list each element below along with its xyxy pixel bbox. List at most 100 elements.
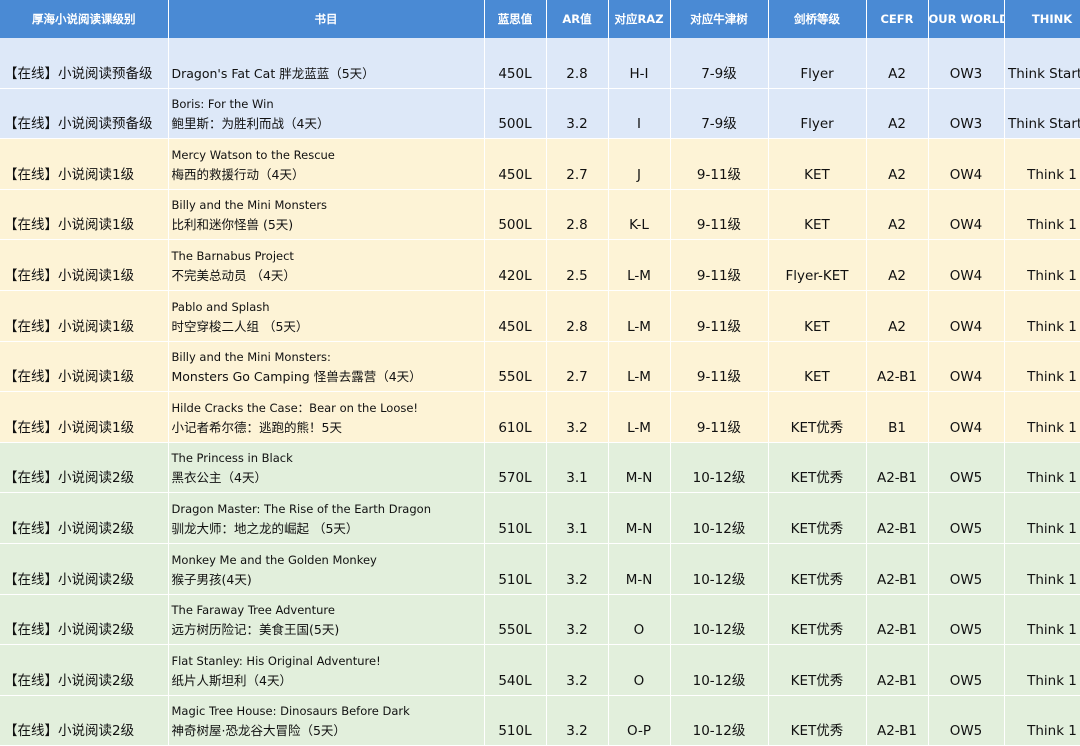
our-world-cell: OW3 bbox=[928, 88, 1005, 140]
level-cell: 【在线】小说阅读1级 bbox=[0, 391, 169, 443]
table-row: 【在线】小说阅读2级 Dragon Master: The Rise of the… bbox=[0, 492, 1080, 544]
book-title-en: Billy and the Mini Monsters: bbox=[171, 350, 331, 365]
header-think: THINK bbox=[1004, 0, 1080, 38]
raz-cell: M-N bbox=[608, 442, 671, 494]
ar-cell: 3.2 bbox=[546, 594, 609, 646]
think-cell: Think 1 bbox=[1004, 492, 1080, 544]
cambridge-cell: KET优秀 bbox=[768, 492, 867, 544]
book-title-cn: 鲍里斯：为胜利而战（4天） bbox=[171, 116, 330, 132]
book-cell: Hilde Cracks the Case：Bear on the Loose!… bbox=[168, 391, 485, 443]
think-cell: Think 1 bbox=[1004, 239, 1080, 291]
oxford-cell: 9-11级 bbox=[670, 239, 769, 291]
level-cell: 【在线】小说阅读预备级 bbox=[0, 38, 169, 89]
oxford-cell: 10-12级 bbox=[670, 442, 769, 494]
level-cell: 【在线】小说阅读1级 bbox=[0, 138, 169, 190]
cefr-cell: A2 bbox=[866, 290, 929, 342]
level-cell: 【在线】小说阅读2级 bbox=[0, 442, 169, 494]
our-world-cell: OW5 bbox=[928, 492, 1005, 544]
header-cefr: CEFR bbox=[866, 0, 929, 38]
think-cell: Think 1 bbox=[1004, 442, 1080, 494]
ar-cell: 2.8 bbox=[546, 290, 609, 342]
book-title-cn: Dragon's Fat Cat 胖龙蓝蓝（5天） bbox=[171, 65, 375, 81]
level-cell: 【在线】小说阅读2级 bbox=[0, 543, 169, 595]
think-cell: Think 1 bbox=[1004, 594, 1080, 646]
our-world-cell: OW5 bbox=[928, 442, 1005, 494]
raz-cell: K-L bbox=[608, 189, 671, 241]
cambridge-cell: KET优秀 bbox=[768, 543, 867, 595]
header-raz: 对应RAZ bbox=[608, 0, 671, 38]
cefr-cell: A2-B1 bbox=[866, 594, 929, 646]
lexile-cell: 510L bbox=[484, 695, 547, 746]
book-title-cn: 神奇树屋·恐龙谷大冒险（5天） bbox=[171, 723, 346, 739]
our-world-cell: OW5 bbox=[928, 594, 1005, 646]
oxford-cell: 9-11级 bbox=[670, 391, 769, 443]
think-cell: Think Starter bbox=[1004, 88, 1080, 140]
ar-cell: 2.7 bbox=[546, 138, 609, 190]
lexile-cell: 570L bbox=[484, 442, 547, 494]
book-title-en: Hilde Cracks the Case：Bear on the Loose! bbox=[171, 400, 419, 415]
cambridge-cell: Flyer-KET bbox=[768, 239, 867, 291]
raz-cell: J bbox=[608, 138, 671, 190]
book-title-en: Monkey Me and the Golden Monkey bbox=[171, 552, 377, 567]
cambridge-cell: KET bbox=[768, 189, 867, 241]
table-row: 【在线】小说阅读1级 Billy and the Mini Monsters 比利和… bbox=[0, 189, 1080, 241]
book-cell: The Faraway Tree Adventure 远方树历险记：美食王国(5天… bbox=[168, 594, 485, 646]
cambridge-cell: Flyer bbox=[768, 88, 867, 140]
book-title-en: Dragon Master: The Rise of the Earth Dra… bbox=[171, 501, 431, 516]
raz-cell: L-M bbox=[608, 391, 671, 443]
lexile-cell: 550L bbox=[484, 594, 547, 646]
lexile-cell: 610L bbox=[484, 391, 547, 443]
our-world-cell: OW5 bbox=[928, 543, 1005, 595]
cambridge-cell: KET优秀 bbox=[768, 391, 867, 443]
book-title-cn: 梅西的救援行动（4天） bbox=[171, 166, 305, 182]
cambridge-cell: KET bbox=[768, 341, 867, 393]
level-cell: 【在线】小说阅读1级 bbox=[0, 290, 169, 342]
book-title-en: The Faraway Tree Adventure bbox=[171, 603, 335, 618]
book-cell: The Barnabus Project 不完美总动员 （4天） bbox=[168, 239, 485, 291]
cefr-cell: A2 bbox=[866, 239, 929, 291]
lexile-cell: 510L bbox=[484, 492, 547, 544]
lexile-cell: 510L bbox=[484, 543, 547, 595]
header-book: 书目 bbox=[168, 0, 485, 38]
oxford-cell: 10-12级 bbox=[670, 543, 769, 595]
table-row: 【在线】小说阅读1级 Hilde Cracks the Case：Bear on … bbox=[0, 391, 1080, 443]
our-world-cell: OW4 bbox=[928, 239, 1005, 291]
book-title-cn: 纸片人斯坦利（4天） bbox=[171, 672, 292, 688]
table-row: 【在线】小说阅读2级 The Faraway Tree Adventure 远方树历… bbox=[0, 594, 1080, 646]
raz-cell: O bbox=[608, 644, 671, 696]
think-cell: Think 1 bbox=[1004, 543, 1080, 595]
book-title-cn: 时空穿梭二人组 （5天） bbox=[171, 318, 309, 334]
book-title-en: Mercy Watson to the Rescue bbox=[171, 147, 335, 162]
think-cell: Think 1 bbox=[1004, 391, 1080, 443]
ar-cell: 2.8 bbox=[546, 189, 609, 241]
lexile-cell: 450L bbox=[484, 290, 547, 342]
cefr-cell: A2 bbox=[866, 138, 929, 190]
header-ar: AR值 bbox=[546, 0, 609, 38]
book-title-cn: 远方树历险记：美食王国(5天) bbox=[171, 622, 340, 638]
book-title-en: Boris: For the Win bbox=[171, 97, 274, 112]
level-cell: 【在线】小说阅读预备级 bbox=[0, 88, 169, 140]
raz-cell: I bbox=[608, 88, 671, 140]
book-title-cn: 比利和迷你怪兽 (5天) bbox=[171, 217, 294, 233]
book-cell: Mercy Watson to the Rescue 梅西的救援行动（4天） bbox=[168, 138, 485, 190]
ar-cell: 3.1 bbox=[546, 492, 609, 544]
our-world-cell: OW4 bbox=[928, 391, 1005, 443]
raz-cell: M-N bbox=[608, 492, 671, 544]
ar-cell: 3.2 bbox=[546, 391, 609, 443]
level-cell: 【在线】小说阅读2级 bbox=[0, 492, 169, 544]
cefr-cell: A2-B1 bbox=[866, 543, 929, 595]
ar-cell: 2.5 bbox=[546, 239, 609, 291]
table-row: 【在线】小说阅读1级 Mercy Watson to the Rescue 梅西的救… bbox=[0, 138, 1080, 190]
header-level: 厚海小说阅读课级别 bbox=[0, 0, 169, 38]
table-row: 【在线】小说阅读2级 Flat Stanley: His Original Adv… bbox=[0, 644, 1080, 696]
think-cell: Think 1 bbox=[1004, 341, 1080, 393]
ar-cell: 3.2 bbox=[546, 695, 609, 746]
cambridge-cell: KET优秀 bbox=[768, 594, 867, 646]
book-title-en: Flat Stanley: His Original Adventure! bbox=[171, 653, 381, 668]
book-title-en: Magic Tree House: Dinosaurs Before Dark bbox=[171, 704, 410, 719]
cambridge-cell: KET bbox=[768, 290, 867, 342]
raz-cell: O bbox=[608, 594, 671, 646]
lexile-cell: 500L bbox=[484, 189, 547, 241]
ar-cell: 2.7 bbox=[546, 341, 609, 393]
ar-cell: 3.1 bbox=[546, 442, 609, 494]
